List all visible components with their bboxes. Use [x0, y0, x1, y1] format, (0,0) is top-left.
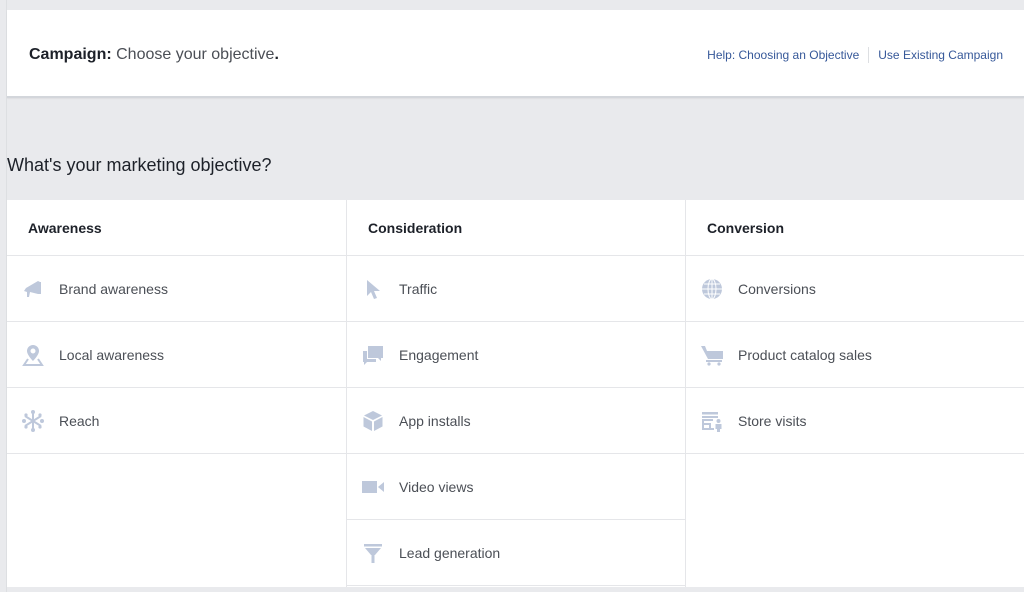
megaphone-icon	[19, 275, 47, 303]
shopping-cart-icon	[698, 341, 726, 369]
objective-app-installs[interactable]: App installs	[347, 388, 685, 454]
link-separator	[868, 47, 870, 63]
store-person-icon	[698, 407, 726, 435]
use-existing-campaign-link[interactable]: Use Existing Campaign	[878, 47, 1003, 63]
objective-label: Brand awareness	[59, 280, 168, 297]
objective-video-views[interactable]: Video views	[347, 454, 685, 520]
video-camera-icon	[359, 473, 387, 501]
funnel-icon	[359, 539, 387, 567]
cube-icon	[359, 407, 387, 435]
objective-label: Product catalog sales	[738, 346, 872, 363]
objective-label: Engagement	[399, 346, 479, 363]
chat-bubbles-icon	[359, 341, 387, 369]
objective-label: Lead generation	[399, 544, 501, 561]
column-awareness: Awareness Brand awareness Local awarenes…	[7, 200, 347, 587]
objective-label: Reach	[59, 412, 100, 429]
objective-label: App installs	[399, 412, 471, 429]
objective-label: Local awareness	[59, 346, 165, 363]
column-header: Consideration	[347, 200, 685, 256]
page-title: Campaign: Choose your objective.	[29, 45, 279, 65]
campaign-header: Campaign: Choose your objective. Help: C…	[7, 10, 1024, 98]
objective-label: Video views	[399, 478, 474, 495]
objective-conversions[interactable]: Conversions	[686, 256, 1024, 322]
map-pin-icon	[19, 341, 47, 369]
objective-product-catalog-sales[interactable]: Product catalog sales	[686, 322, 1024, 388]
objective-store-visits[interactable]: Store visits	[686, 388, 1024, 454]
objective-reach[interactable]: Reach	[7, 388, 346, 454]
objective-traffic[interactable]: Traffic	[347, 256, 685, 322]
objective-engagement[interactable]: Engagement	[347, 322, 685, 388]
title-prefix: Campaign:	[29, 46, 112, 63]
objective-brand-awareness[interactable]: Brand awareness	[7, 256, 346, 322]
left-edge	[0, 0, 7, 592]
objective-label: Traffic	[399, 280, 438, 297]
objective-local-awareness[interactable]: Local awareness	[7, 322, 346, 388]
section-heading: What's your marketing objective?	[7, 155, 272, 175]
column-conversion: Conversion Conversions Product catalog s…	[686, 200, 1024, 587]
objective-label: Store visits	[738, 412, 807, 429]
objective-label: Conversions	[738, 280, 816, 297]
globe-icon	[698, 275, 726, 303]
objective-lead-generation[interactable]: Lead generation	[347, 520, 685, 586]
column-header: Conversion	[686, 200, 1024, 256]
header-links: Help: Choosing an Objective Use Existing…	[707, 47, 1003, 63]
column-consideration: Consideration Traffic Engagement App ins…	[347, 200, 686, 587]
campaign-objective-page: Campaign: Choose your objective. Help: C…	[0, 0, 1024, 592]
help-choosing-objective-link[interactable]: Help: Choosing an Objective	[707, 47, 859, 63]
asterisk-network-icon	[19, 407, 47, 435]
title-text: Choose your objective	[111, 46, 275, 63]
cursor-icon	[359, 275, 387, 303]
title-suffix: .	[274, 46, 279, 63]
objective-grid: Awareness Brand awareness Local awarenes…	[7, 200, 1024, 587]
column-header: Awareness	[7, 200, 346, 256]
